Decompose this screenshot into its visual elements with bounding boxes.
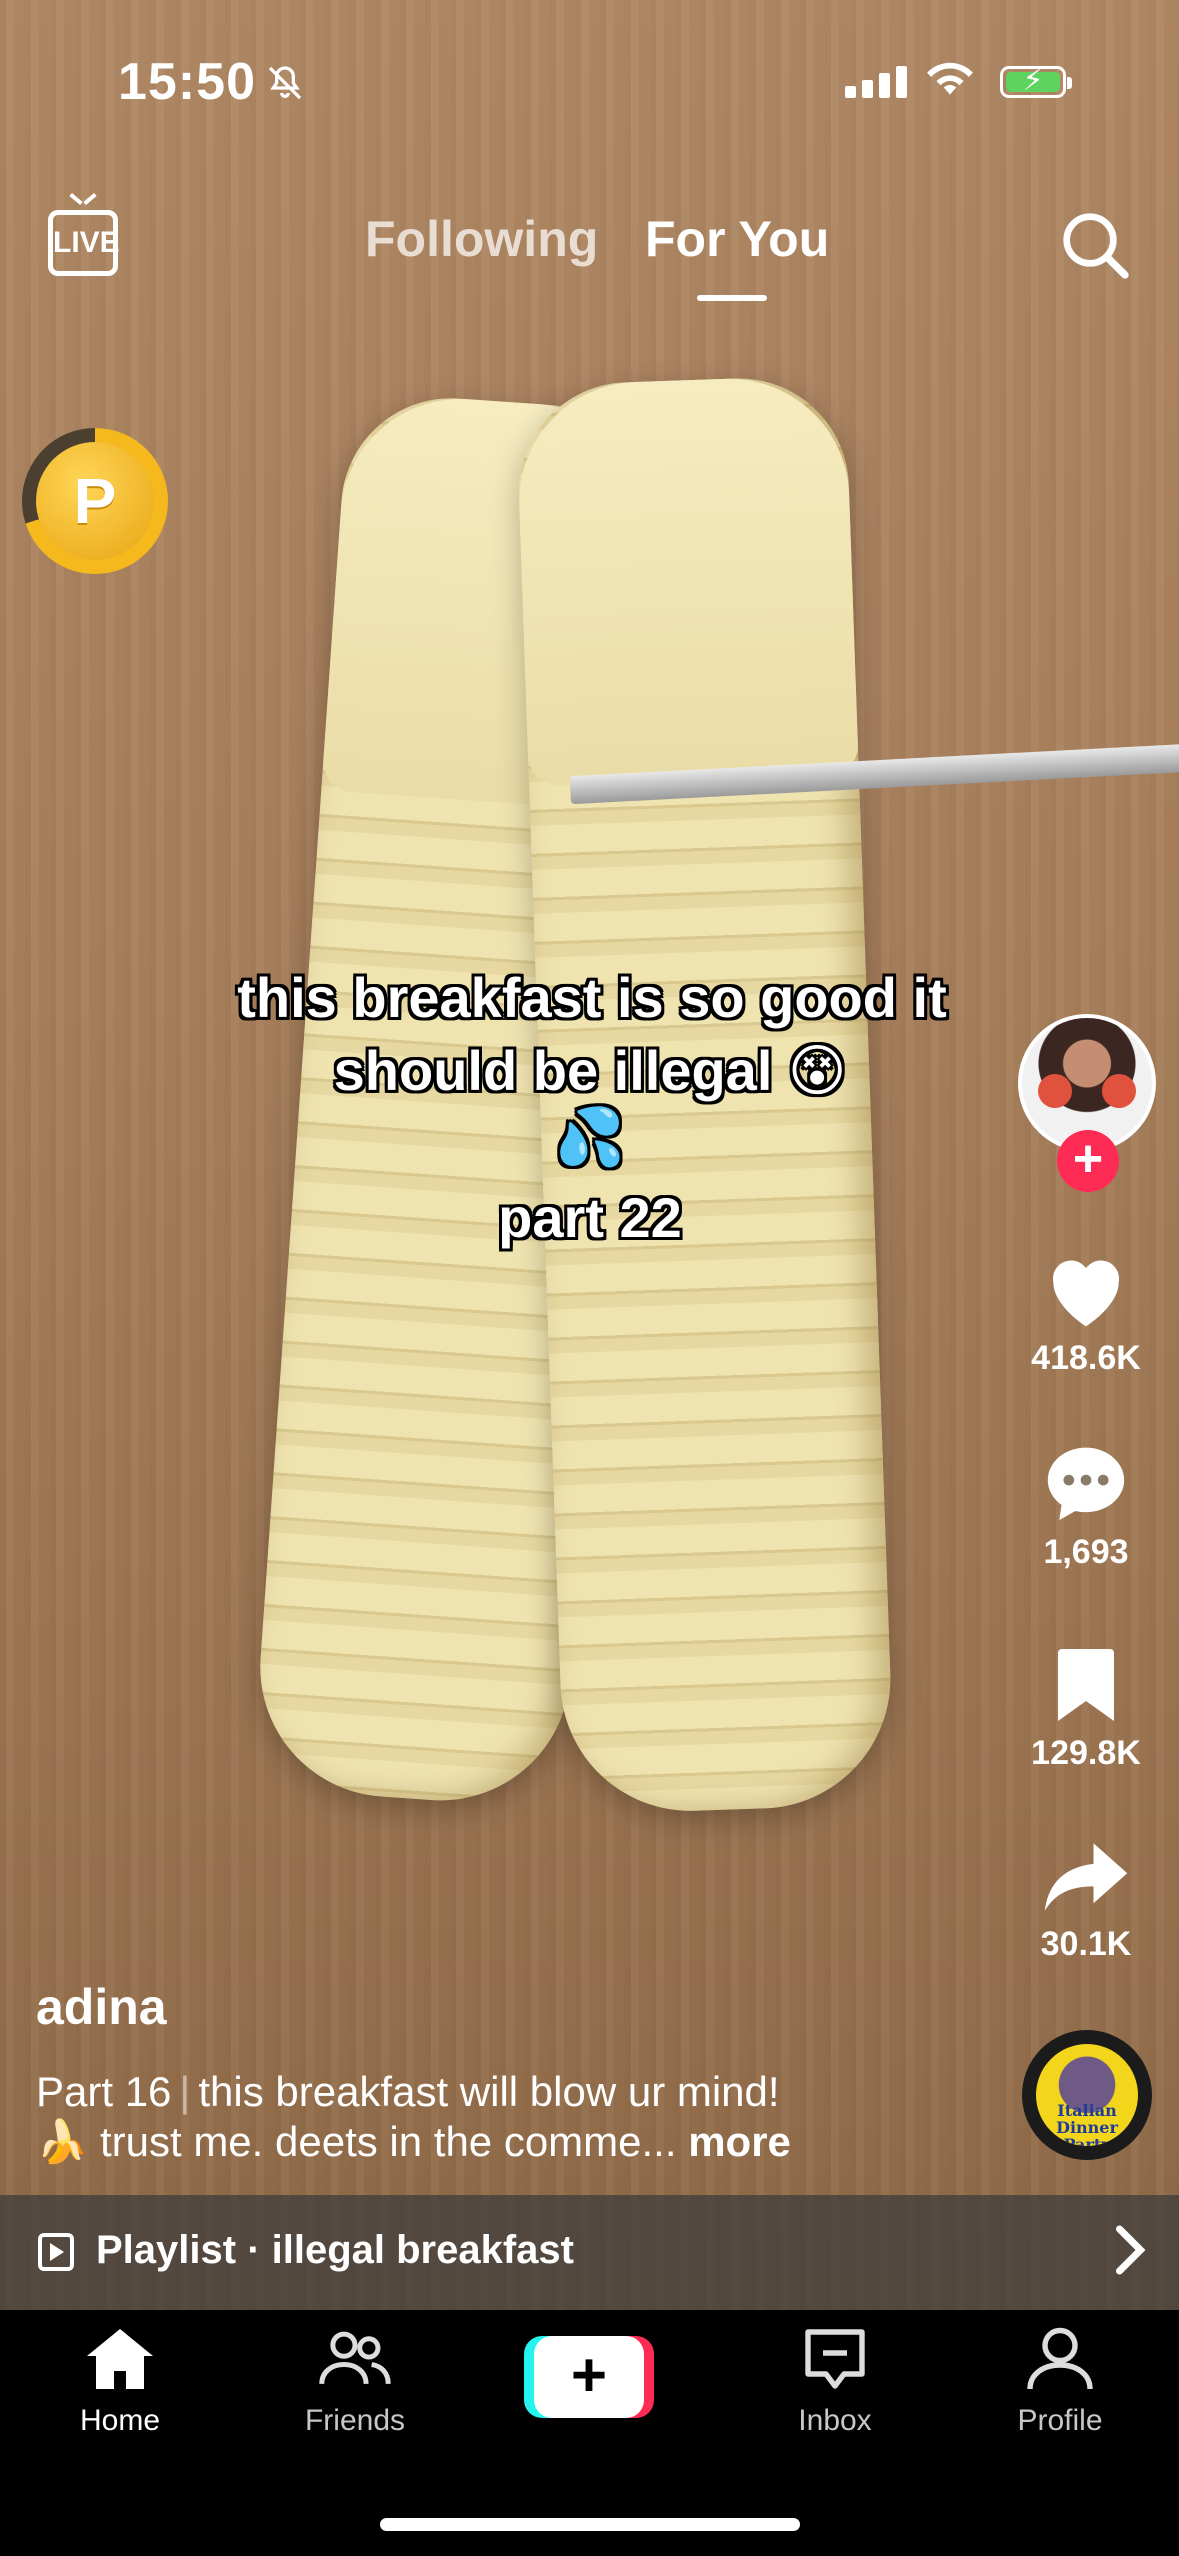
heart-icon [1052,1260,1120,1327]
share-button[interactable]: 30.1K [1025,1838,1147,1964]
description-part: Part 16 [36,2068,172,2115]
sound-cover-art: Italian Dinner Party [1036,2044,1138,2146]
share-arrow-icon [1044,1843,1128,1911]
description-title: this breakfast will blow ur mind! [198,2068,780,2115]
caption-line-1: this breakfast is so good it [237,966,947,1029]
description-line-1: Part 16 | this breakfast will blow ur mind… [36,2068,780,2115]
nav-profile-label: Profile [1017,2404,1103,2437]
playlist-label[interactable]: Playlist · illegal breakfast [96,2228,574,2273]
battery-charging-icon: ⚡ [1000,64,1072,98]
active-tab-indicator [697,295,767,301]
live-button[interactable]: LIVE [48,210,120,276]
nav-inbox[interactable]: Inbox [780,2325,890,2438]
tab-following[interactable]: Following [365,210,598,268]
share-count: 30.1K [1040,1925,1132,1963]
chevron-right-icon[interactable] [1110,2222,1150,2291]
playlist-icon [38,2233,74,2271]
follow-button[interactable]: + [1057,1130,1119,1192]
wifi-icon [925,58,975,109]
nav-profile[interactable]: Profile [1000,2325,1120,2438]
bell-slash-icon [265,63,305,113]
comment-button[interactable]: 1,693 [1025,1440,1147,1572]
save-count: 129.8K [1031,1734,1141,1772]
part-label: part 22 [498,1186,682,1249]
create-button[interactable]: + [524,2336,654,2418]
status-time: 15:50 [118,53,256,111]
plus-icon: + [534,2336,644,2418]
inbox-icon [805,2329,865,2389]
nav-home[interactable]: Home [70,2325,170,2438]
coin-reward-widget[interactable]: P [22,428,168,574]
more-link[interactable]: more [688,2118,791,2165]
nav-home-label: Home [79,2404,161,2437]
bookmark-icon [1058,1649,1114,1721]
description-line-2[interactable]: 🍌 trust me. deets in the comme... more [36,2118,791,2167]
comment-count: 1,693 [1043,1533,1129,1571]
caption-line-2: should be illegal 😵💦 [333,1039,847,1168]
like-button[interactable]: 418.6K [1025,1250,1147,1378]
search-icon[interactable] [1055,205,1135,285]
nav-inbox-label: Inbox [798,2404,872,2437]
comment-icon [1047,1447,1125,1521]
save-button[interactable]: 129.8K [1025,1645,1147,1773]
friends-icon [319,2331,391,2385]
description-text: 🍌 trust me. deets in the comme... [36,2118,677,2165]
music-disc[interactable]: Italian Dinner Party [1022,2030,1152,2160]
nav-friends-label: Friends [304,2404,406,2437]
home-indicator[interactable] [380,2518,800,2531]
nav-friends[interactable]: Friends [300,2325,410,2438]
profile-icon [1027,2327,1093,2390]
creator-username[interactable]: adina [36,1978,167,2036]
cellular-signal-icon [845,66,907,98]
tab-for-you[interactable]: For You [645,210,829,268]
home-icon [87,2329,153,2389]
coin-icon: P [36,442,154,560]
like-count: 418.6K [1031,1339,1141,1377]
